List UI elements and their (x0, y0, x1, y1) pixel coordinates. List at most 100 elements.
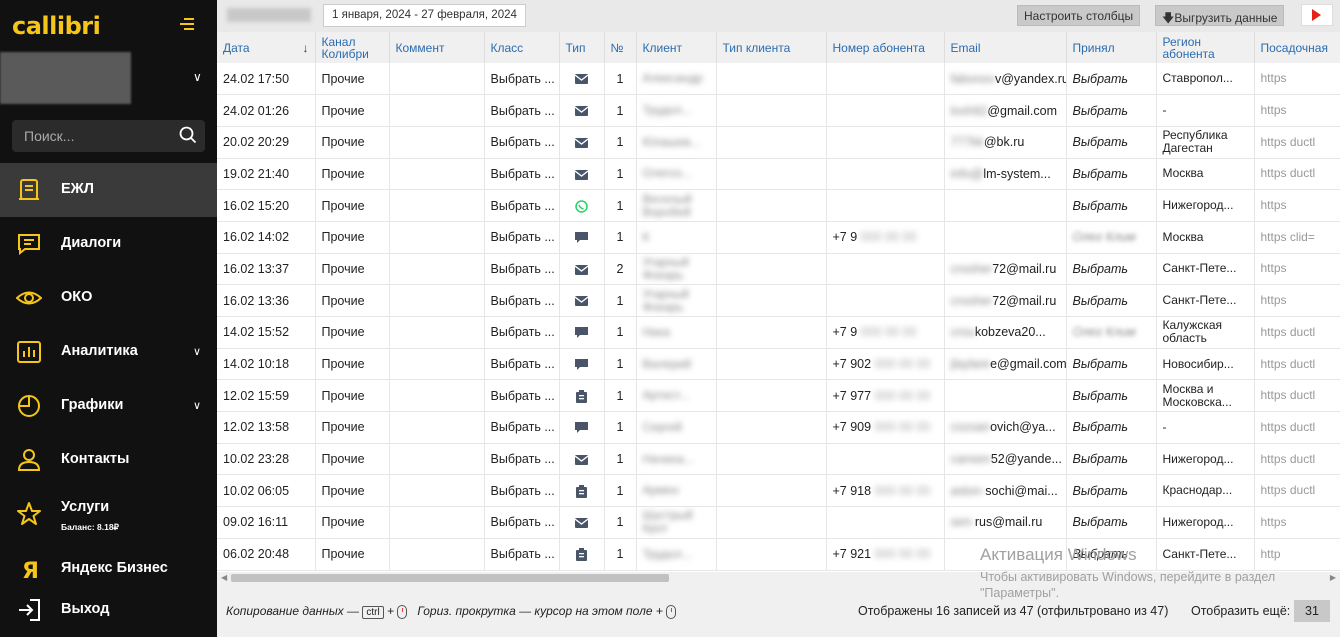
table-row[interactable]: 14.02 15:52 Прочие Выбрать ... 1 Ника +7 9 00… (217, 316, 1340, 349)
cell-comment[interactable] (389, 126, 485, 159)
cell-client[interactable]: Трудол... (636, 94, 717, 127)
cell-landing[interactable]: https ductl (1254, 316, 1340, 349)
cell-client[interactable]: Валерий (636, 348, 717, 381)
cell-email[interactable]: 777kk@bk.ru (944, 126, 1067, 159)
sidebar-item-logout[interactable]: Выход (0, 583, 217, 637)
cell-phone[interactable]: +7 909 000 00 00 (826, 411, 945, 444)
cell-comment[interactable] (389, 63, 485, 96)
cell-comment[interactable] (389, 316, 485, 349)
date-range-picker[interactable]: 1 января, 2024 - 27 февраля, 2024 (323, 4, 526, 27)
sidebar-item-dialogs[interactable]: Диалоги (0, 217, 217, 271)
cell-email[interactable]: cansen52@yande... (944, 443, 1067, 476)
table-row[interactable]: 19.02 21:40 Прочие Выбрать ... 1 Олегоз... in… (217, 158, 1340, 191)
cell-phone[interactable] (826, 506, 945, 539)
menu-toggle-icon[interactable] (180, 18, 194, 33)
cell-landing[interactable]: https clid= (1254, 221, 1340, 254)
cell-comment[interactable] (389, 348, 485, 381)
cell-email[interactable]: aston-sochi@mai... (944, 474, 1067, 508)
cell-landing[interactable]: https (1254, 253, 1340, 286)
cell-client[interactable]: Угарный Фокарь (636, 253, 717, 286)
class-select[interactable]: Выбрать ... (484, 126, 560, 159)
class-select[interactable]: Выбрать ... (484, 94, 560, 127)
cell-phone[interactable] (826, 253, 945, 286)
class-select[interactable]: Выбрать ... (484, 253, 560, 286)
table-row[interactable]: 10.02 23:28 Прочие Выбрать ... 1 Начина... ca… (217, 443, 1340, 476)
column-header[interactable]: Класс (484, 32, 560, 63)
table-row[interactable]: 09.02 16:11 Прочие Выбрать ... 1 Шустрый Кро… (217, 506, 1340, 539)
cell-phone[interactable] (826, 126, 945, 159)
cell-comment[interactable] (389, 189, 485, 222)
cell-comment[interactable] (389, 411, 485, 444)
cell-client[interactable]: Александр (636, 63, 717, 96)
configure-columns-button[interactable]: Настроить столбцы (1017, 5, 1141, 26)
scrollbar-thumb[interactable] (231, 574, 669, 582)
class-select[interactable]: Выбрать ... (484, 189, 560, 222)
cell-landing[interactable]: https ductl (1254, 411, 1340, 444)
cell-comment[interactable] (389, 506, 485, 539)
cell-email[interactable] (944, 379, 1067, 413)
cell-comment[interactable] (389, 158, 485, 191)
cell-email[interactable]: crosher72@mail.ru (944, 253, 1067, 286)
cell-client[interactable]: К (636, 221, 717, 254)
cell-comment[interactable] (389, 94, 485, 127)
sidebar-item-graphs[interactable]: Графики ∨ (0, 379, 217, 433)
cell-landing[interactable]: https ductl (1254, 348, 1340, 381)
cell-client[interactable]: Артист... (636, 379, 717, 413)
table-row[interactable]: 10.02 06:05 Прочие Выбрать ... 1 Армен +7 918… (217, 474, 1340, 508)
callibri-logo[interactable]: callibri (12, 12, 101, 40)
cell-comment[interactable] (389, 538, 485, 571)
sidebar-item-ezhl[interactable]: ЕЖЛ (0, 163, 217, 217)
cell-landing[interactable]: https (1254, 189, 1340, 222)
cell-phone[interactable]: +7 977 000 00 00 (826, 379, 945, 413)
accepted-select[interactable]: Выбрать (1066, 284, 1157, 317)
cell-landing[interactable]: https (1254, 94, 1340, 127)
cell-phone[interactable] (826, 158, 945, 191)
cell-comment[interactable] (389, 379, 485, 413)
cell-client[interactable]: Сергей (636, 411, 717, 444)
cell-comment[interactable] (389, 253, 485, 286)
cell-client[interactable]: Угарный Фокарь (636, 284, 717, 317)
cell-client[interactable]: Юлашев... (636, 126, 717, 159)
cell-comment[interactable] (389, 221, 485, 254)
column-header[interactable]: Тип клиента (716, 32, 827, 63)
table-row[interactable]: 24.02 17:50 Прочие Выбрать ... 1 Александр fa… (217, 63, 1340, 96)
cell-email[interactable]: losh92@gmail.com (944, 94, 1067, 127)
cell-phone[interactable] (826, 284, 945, 317)
cell-client[interactable]: Олегоз... (636, 158, 717, 191)
table-row[interactable]: 16.02 14:02 Прочие Выбрать ... 1 К +7 9 000 0… (217, 221, 1340, 254)
cell-client[interactable]: Трудол... (636, 538, 717, 571)
cell-phone[interactable]: +7 902 000 00 00 (826, 348, 945, 381)
column-header[interactable]: Канал Колибри (315, 32, 390, 63)
column-header[interactable]: Клиент (636, 32, 717, 63)
account-selector[interactable]: ∨ (0, 52, 217, 104)
cell-landing[interactable]: https ductl (1254, 379, 1340, 413)
accepted-select[interactable]: Выбрать (1066, 443, 1157, 476)
class-select[interactable]: Выбрать ... (484, 348, 560, 381)
cell-client[interactable]: Армен (636, 474, 717, 508)
column-header[interactable]: Посадочная (1254, 32, 1340, 63)
cell-client[interactable]: Шустрый Крот (636, 506, 717, 539)
cell-phone[interactable] (826, 94, 945, 127)
table-row[interactable]: 20.02 20:29 Прочие Выбрать ... 1 Юлашев... 77… (217, 126, 1340, 159)
accepted-select[interactable]: Олег Клим (1066, 316, 1157, 349)
cell-landing[interactable]: https ductl (1254, 158, 1340, 191)
cell-client[interactable]: Веселый Воробей (636, 189, 717, 222)
accepted-select[interactable]: Выбрать (1066, 474, 1157, 508)
accepted-select[interactable]: Выбрать (1066, 253, 1157, 286)
accepted-select[interactable]: Выбрать (1066, 63, 1157, 96)
accepted-select[interactable]: Олег Клим (1066, 221, 1157, 254)
accepted-select[interactable]: Выбрать (1066, 94, 1157, 127)
accepted-select[interactable]: Выбрать (1066, 348, 1157, 381)
sidebar-item-contacts[interactable]: Контакты (0, 433, 217, 487)
cell-landing[interactable]: https (1254, 284, 1340, 317)
cell-email[interactable] (944, 221, 1067, 254)
video-help-button[interactable] (1301, 4, 1333, 26)
cell-email[interactable]: sen-rus@mail.ru (944, 506, 1067, 539)
table-row[interactable]: 24.02 01:26 Прочие Выбрать ... 1 Трудол... lo… (217, 94, 1340, 127)
class-select[interactable]: Выбрать ... (484, 158, 560, 191)
cell-email[interactable]: fabonovv@yandex.ru (944, 63, 1067, 96)
accepted-select[interactable]: Выбрать (1066, 189, 1157, 222)
cell-client[interactable]: Ника (636, 316, 717, 349)
cell-phone[interactable] (826, 443, 945, 476)
cell-phone[interactable]: +7 918 000 00 00 (826, 474, 945, 508)
